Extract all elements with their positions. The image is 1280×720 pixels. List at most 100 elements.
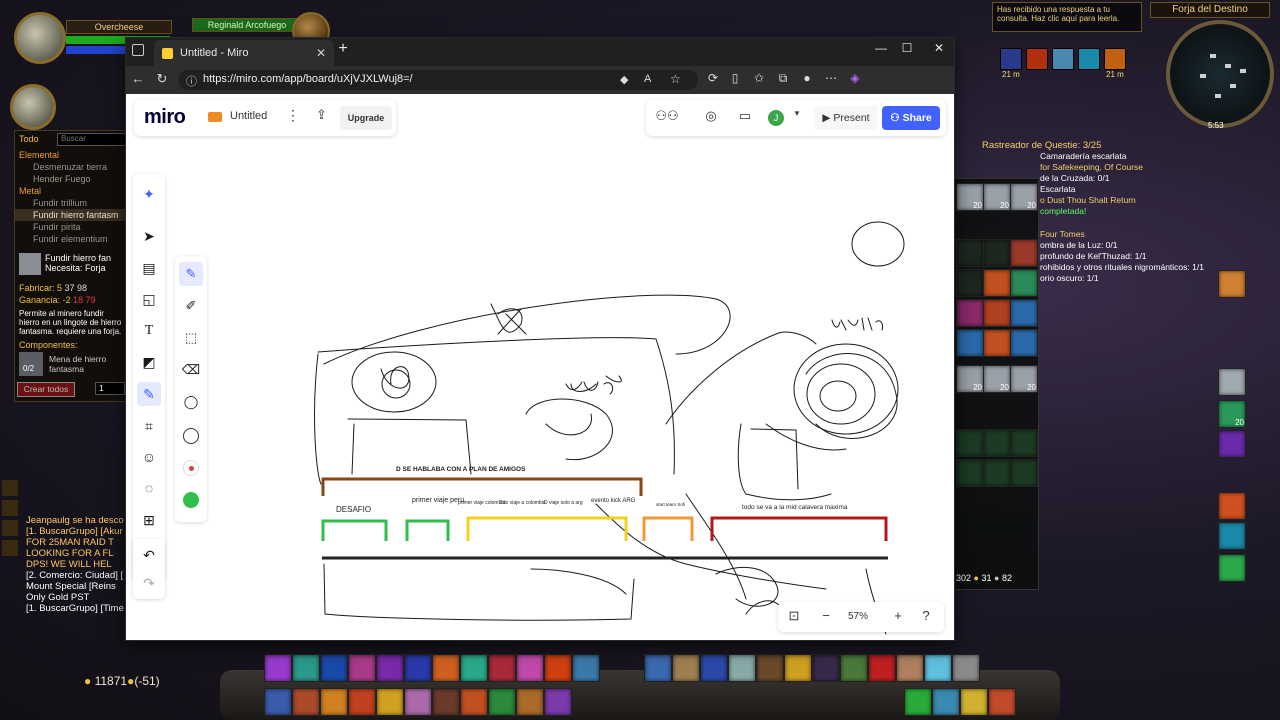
craft-all-button[interactable]: Crear todos	[17, 382, 75, 397]
read-aloud-icon[interactable]: A	[644, 73, 651, 85]
battlenet-toast[interactable]: Has recibido una respuesta a tu consulta…	[992, 2, 1142, 32]
bag-slot[interactable]: 20	[983, 365, 1011, 393]
action-slot[interactable]	[672, 654, 700, 682]
action-slot[interactable]	[320, 654, 348, 682]
bag-slot[interactable]	[983, 429, 1011, 457]
action-slot[interactable]	[516, 688, 544, 716]
bag-slot[interactable]	[1010, 299, 1038, 327]
action-slot[interactable]	[544, 688, 572, 716]
reload-icon[interactable]: ↻	[152, 71, 172, 87]
buff-icon[interactable]	[1078, 48, 1100, 70]
action-slot[interactable]	[1218, 270, 1246, 298]
split-screen-icon[interactable]: ▯	[726, 71, 744, 85]
profession-search-input[interactable]: Buscar	[57, 133, 128, 146]
templates-icon[interactable]: ▤	[137, 256, 161, 280]
category-metal[interactable]: Metal	[15, 185, 129, 197]
shapes-icon[interactable]: ◩	[137, 350, 161, 374]
recipe-item[interactable]: Hender Fuego	[15, 173, 129, 185]
present-button[interactable]: ▶ Present	[814, 106, 878, 130]
action-slot[interactable]	[784, 654, 812, 682]
recipe-item[interactable]: Fundir trillium	[15, 197, 129, 209]
action-slot[interactable]	[488, 688, 516, 716]
action-slot[interactable]	[292, 688, 320, 716]
minimize-icon[interactable]: —	[868, 41, 894, 55]
bag-slot[interactable]	[983, 239, 1011, 267]
action-slot[interactable]	[904, 688, 932, 716]
action-slot[interactable]	[868, 654, 896, 682]
action-slot[interactable]	[320, 688, 348, 716]
address-bar[interactable]: ⓘ https://miro.com/app/board/uXjVJXLWuj8…	[178, 70, 698, 90]
action-slot[interactable]	[376, 654, 404, 682]
action-slot[interactable]	[812, 654, 840, 682]
fit-screen-icon[interactable]: ⊡	[784, 608, 804, 624]
bag-slot[interactable]	[956, 239, 984, 267]
action-slot[interactable]	[460, 688, 488, 716]
chevron-down-icon[interactable]: ▾	[786, 108, 808, 119]
bag-slot[interactable]	[1010, 329, 1038, 357]
folder-icon[interactable]	[208, 112, 222, 122]
copilot-icon[interactable]: ◈	[846, 71, 864, 85]
smart-draw-icon[interactable]: ⬚	[179, 326, 203, 350]
comment-icon[interactable]: ◌	[137, 476, 161, 500]
pet-portrait[interactable]	[10, 84, 56, 130]
upgrade-button[interactable]: Upgrade	[340, 106, 392, 130]
action-slot[interactable]	[404, 688, 432, 716]
extensions-icon[interactable]: ⟳	[704, 71, 722, 85]
bag-slot[interactable]	[956, 429, 984, 457]
action-slot[interactable]	[432, 654, 460, 682]
eraser-icon[interactable]: ⌫	[179, 358, 203, 382]
bag-slot[interactable]	[983, 329, 1011, 357]
frame-icon[interactable]: ⌗	[137, 414, 161, 438]
add-more-icon[interactable]: ⊞	[137, 508, 161, 532]
green-color-icon[interactable]	[183, 492, 199, 508]
miro-board[interactable]: D SE HABLABA CON A PLAN DE AMIGOS DESAFI…	[126, 94, 954, 640]
zoom-out-icon[interactable]: −	[816, 608, 836, 623]
bag-slot[interactable]	[983, 269, 1011, 297]
reactions-icon[interactable]: ⚇⚇	[652, 108, 682, 124]
recipe-item-selected[interactable]: Fundir hierro fantasm	[15, 209, 129, 221]
video-call-icon[interactable]: ▭	[734, 108, 756, 124]
action-slot[interactable]	[264, 688, 292, 716]
zoom-level[interactable]: 57%	[848, 611, 868, 622]
bag-slot[interactable]: 20	[1010, 365, 1038, 393]
action-slot[interactable]: 20	[1218, 400, 1246, 428]
bag-slot[interactable]	[1010, 239, 1038, 267]
scroll-down-icon[interactable]	[2, 540, 18, 556]
emoji-icon[interactable]: ☺	[137, 445, 161, 469]
action-slot[interactable]	[960, 688, 988, 716]
pen-icon[interactable]: ✎	[179, 262, 203, 286]
comments-icon[interactable]: ◎	[700, 108, 722, 124]
action-slot[interactable]	[348, 654, 376, 682]
buff-icon[interactable]	[1052, 48, 1074, 70]
browser-tab[interactable]: Untitled - Miro ✕	[154, 40, 334, 66]
select-cursor-icon[interactable]: ➤	[137, 224, 161, 248]
text-tool-icon[interactable]: T	[137, 319, 161, 343]
tab-actions-icon[interactable]	[132, 44, 144, 56]
action-slot[interactable]	[544, 654, 572, 682]
action-slot[interactable]	[728, 654, 756, 682]
bag-slot[interactable]: 20	[956, 365, 984, 393]
zoom-in-icon[interactable]: +	[888, 608, 908, 623]
bag-slot[interactable]	[983, 299, 1011, 327]
recipe-item[interactable]: Fundir pirita	[15, 221, 129, 233]
user-avatar[interactable]: J	[768, 110, 784, 126]
tag-icon[interactable]: ◆	[620, 73, 628, 86]
profile-icon[interactable]: ●	[798, 71, 816, 85]
action-slot[interactable]	[924, 654, 952, 682]
ai-sparkle-icon[interactable]: ✦	[137, 182, 161, 206]
action-slot[interactable]	[1218, 522, 1246, 550]
bag-slot[interactable]	[956, 459, 984, 487]
action-slot[interactable]	[932, 688, 960, 716]
minimap-clock[interactable]: 5:53	[1208, 121, 1224, 130]
favorites-icon[interactable]: ✩	[750, 71, 768, 85]
sticky-note-icon[interactable]: ◱	[137, 287, 161, 311]
site-info-icon[interactable]: ⓘ	[186, 73, 197, 89]
minimap[interactable]	[1166, 20, 1274, 128]
action-slot[interactable]	[348, 688, 376, 716]
bag-slot[interactable]: 20	[1010, 183, 1038, 211]
close-tab-icon[interactable]: ✕	[316, 40, 326, 66]
action-slot[interactable]	[404, 654, 432, 682]
collections-icon[interactable]: ⧉	[774, 71, 792, 86]
buff-icon[interactable]	[1000, 48, 1022, 70]
action-slot[interactable]	[1218, 368, 1246, 396]
